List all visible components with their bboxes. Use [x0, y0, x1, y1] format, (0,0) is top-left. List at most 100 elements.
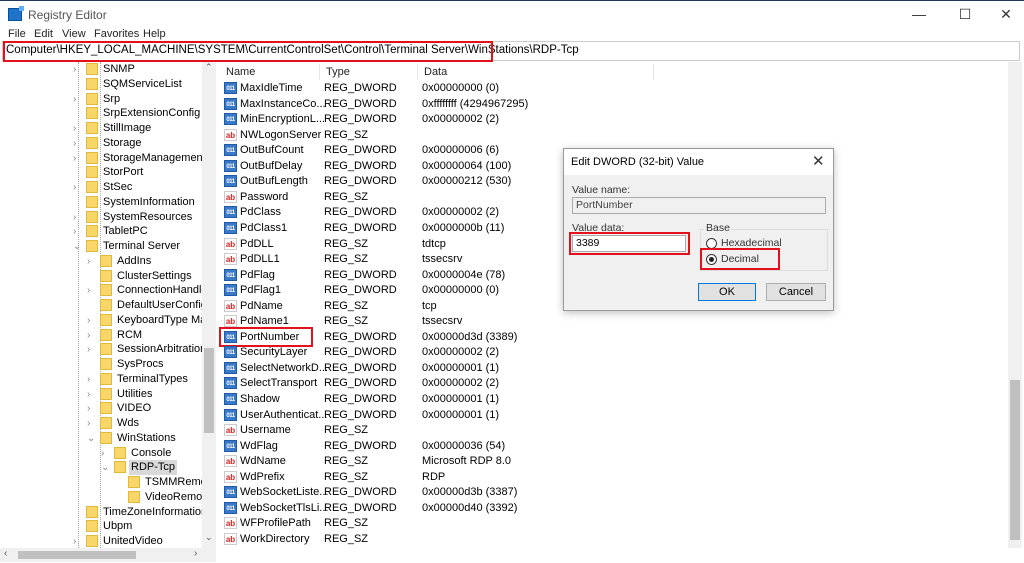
menu-file[interactable]: File [8, 28, 26, 40]
tree-item[interactable]: SQMServiceList [0, 77, 215, 92]
tree-item[interactable]: ⌄ WinStations [0, 431, 215, 446]
column-header-type[interactable]: Type [320, 64, 418, 80]
tree-item[interactable]: › Storage [0, 136, 215, 151]
value-row[interactable]: ab WdName REG_SZ Microsoft RDP 8.0 [222, 454, 1002, 469]
chevron-right-icon[interactable]: › [87, 372, 90, 387]
tree-hscroll-thumb[interactable] [18, 551, 136, 559]
list-scroll-thumb[interactable] [1010, 380, 1020, 540]
tree-item[interactable]: › StSec [0, 180, 215, 195]
value-type: REG_DWORD [324, 486, 397, 499]
tree-item[interactable]: SystemInformation [0, 195, 215, 210]
value-row[interactable]: ab WdPrefix REG_SZ RDP [222, 470, 1002, 485]
chevron-right-icon[interactable]: › [87, 328, 90, 343]
value-row[interactable]: 011 PortNumber REG_DWORD 0x00000d3d (3389) [219, 326, 1002, 347]
value-row[interactable]: 011 MaxIdleTime REG_DWORD 0x00000000 (0) [222, 81, 1002, 96]
tree-item[interactable]: › SNMP [0, 62, 215, 77]
chevron-right-icon[interactable]: › [73, 180, 76, 195]
scroll-left-icon[interactable]: ‹ [4, 548, 7, 559]
value-row[interactable]: 011 MaxInstanceCo... REG_DWORD 0xffffffff (… [222, 97, 1002, 112]
tree-item[interactable]: › VIDEO [0, 401, 215, 416]
value-row[interactable]: ab NWLogonServer REG_SZ [222, 128, 1002, 143]
tree-item[interactable]: › SessionArbitrationHelper [0, 342, 215, 357]
tree-item[interactable]: StorPort [0, 165, 215, 180]
tree-item[interactable]: › SystemResources [0, 210, 215, 225]
maximize-button[interactable]: ☐ [942, 1, 988, 29]
close-button[interactable]: ✕ [988, 1, 1024, 29]
tree-item[interactable]: › RCM [0, 328, 215, 343]
chevron-right-icon[interactable]: › [87, 342, 90, 357]
value-row[interactable]: ab WFProfilePath REG_SZ [222, 516, 1002, 531]
tree-item[interactable]: › Utilities [0, 387, 215, 402]
tree-item[interactable]: › TabletPC [0, 224, 215, 239]
dialog-close-button[interactable]: ✕ [812, 152, 825, 170]
tree-item[interactable]: ⌄ RDP-Tcp [0, 460, 215, 476]
value-row[interactable]: 011 SecurityLayer REG_DWORD 0x00000002 (2) [222, 345, 1002, 360]
chevron-right-icon[interactable]: › [73, 62, 76, 77]
dialog-title: Edit DWORD (32-bit) Value [571, 156, 705, 168]
tree-item[interactable]: DefaultUserConfiguration [0, 298, 215, 313]
tree-item[interactable]: SysProcs [0, 357, 215, 372]
value-row[interactable]: 011 SelectNetworkD... REG_DWORD 0x00000001 … [222, 361, 1002, 376]
tree-item[interactable]: › StillImage [0, 121, 215, 136]
chevron-right-icon[interactable]: › [73, 136, 76, 151]
chevron-down-icon[interactable]: ⌄ [87, 431, 95, 446]
chevron-right-icon[interactable]: › [73, 534, 76, 548]
ok-button[interactable]: OK [698, 283, 756, 301]
cancel-button[interactable]: Cancel [766, 283, 826, 301]
column-header-data[interactable]: Data [418, 64, 654, 80]
chevron-right-icon[interactable]: › [87, 283, 90, 298]
chevron-right-icon[interactable]: › [87, 313, 90, 328]
tree-item[interactable]: ClusterSettings [0, 269, 215, 284]
value-row[interactable]: 011 MinEncryptionL... REG_DWORD 0x00000002 … [222, 112, 1002, 127]
chevron-right-icon[interactable]: › [87, 387, 90, 402]
value-row[interactable]: 011 WebSocketTlsLi... REG_DWORD 0x00000d40 … [222, 501, 1002, 516]
menu-help[interactable]: Help [143, 28, 166, 40]
string-value-icon: ab [224, 128, 237, 141]
chevron-right-icon[interactable]: › [73, 210, 76, 225]
value-row[interactable]: ab Username REG_SZ [222, 423, 1002, 438]
value-row[interactable]: 011 Shadow REG_DWORD 0x00000001 (1) [222, 392, 1002, 407]
tree-item[interactable]: › ConnectionHandler [0, 283, 215, 298]
column-header-name[interactable]: Name [220, 64, 320, 80]
tree-item[interactable]: › Wds [0, 416, 215, 431]
chevron-down-icon[interactable]: ⌄ [101, 460, 109, 475]
chevron-right-icon[interactable]: › [73, 224, 76, 239]
tree-item[interactable]: SrpExtensionConfig [0, 106, 215, 121]
scroll-up-icon[interactable]: ⌃ [205, 62, 213, 73]
tree-item[interactable]: › AddIns [0, 254, 215, 269]
chevron-down-icon[interactable]: ⌄ [73, 239, 81, 254]
tree-vertical-scrollbar[interactable]: ⌃ ⌄ [202, 62, 216, 548]
value-row[interactable]: 011 WdFlag REG_DWORD 0x00000036 (54) [222, 439, 1002, 454]
tree-item[interactable]: › TerminalTypes [0, 372, 215, 387]
tree-item[interactable]: › StorageManagement [0, 151, 215, 166]
value-row[interactable]: 011 UserAuthenticat... REG_DWORD 0x00000001… [222, 408, 1002, 423]
tree-item[interactable]: Ubpm [0, 519, 215, 534]
scroll-right-icon[interactable]: › [194, 548, 197, 559]
tree-item[interactable]: › Srp [0, 92, 215, 107]
value-row[interactable]: ab PdName1 REG_SZ tssecsrv [222, 314, 1002, 329]
chevron-right-icon[interactable]: › [73, 121, 76, 136]
chevron-right-icon[interactable]: › [101, 446, 104, 461]
value-row[interactable]: 011 SelectTransport REG_DWORD 0x00000002 (2… [222, 376, 1002, 391]
tree-item[interactable]: › Console [0, 446, 215, 461]
chevron-right-icon[interactable]: › [87, 254, 90, 269]
tree-item[interactable]: TSMMRemotingAllowedApps [0, 475, 215, 490]
menu-edit[interactable]: Edit [34, 28, 53, 40]
menu-favorites[interactable]: Favorites [94, 28, 139, 40]
tree-item[interactable]: TimeZoneInformation [0, 505, 215, 520]
value-type: REG_DWORD [324, 501, 397, 514]
tree-item[interactable]: › KeyboardType Mapping [0, 313, 215, 328]
chevron-right-icon[interactable]: › [73, 151, 76, 166]
tree-item[interactable]: VideoRemotingWindowNames [0, 490, 215, 505]
tree-item[interactable]: › UnitedVideo [0, 534, 215, 548]
value-row[interactable]: ab WorkDirectory REG_SZ [222, 532, 1002, 547]
chevron-right-icon[interactable]: › [87, 401, 90, 416]
chevron-right-icon[interactable]: › [87, 416, 90, 431]
menu-view[interactable]: View [62, 28, 86, 40]
tree-scroll-thumb[interactable] [204, 348, 214, 433]
tree-item[interactable]: ⌄ Terminal Server [0, 239, 215, 254]
chevron-right-icon[interactable]: › [73, 92, 76, 107]
minimize-button[interactable]: — [896, 1, 942, 29]
value-row[interactable]: 011 WebSocketListe... REG_DWORD 0x00000d3b … [222, 485, 1002, 500]
scroll-down-icon[interactable]: ⌄ [205, 532, 213, 543]
